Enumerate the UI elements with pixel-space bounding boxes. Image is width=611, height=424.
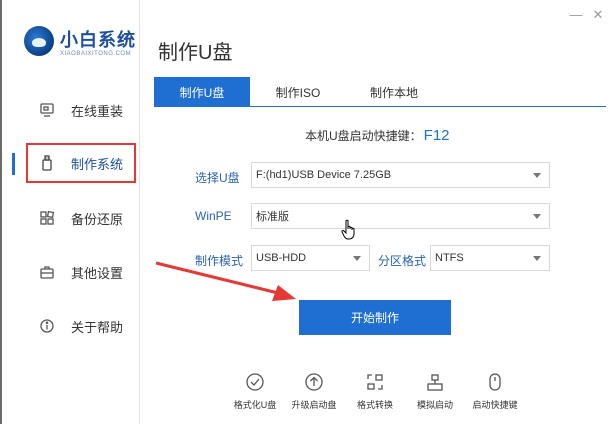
sidebar-item-about-help[interactable]: 关于帮助 [2,306,140,346]
usb-select[interactable]: F:(hd1)USB Device 7.25GB [251,162,550,188]
winpe-select-label: WinPE [195,209,232,223]
app-window: 小白系统 XIAOBAIXITONG.COM 在线重装 制作系统 备份还原 其他… [0,0,611,424]
page-title: 制作U盘 [158,42,233,64]
app-logo: 小白系统 XIAOBAIXITONG.COM [22,24,137,64]
hotkey-info: 本机U盘启动快捷键： F12 [305,127,450,144]
tab-make-iso[interactable]: 制作ISO [250,77,346,107]
hand-cursor-icon [341,219,355,240]
tool-boot-hotkey[interactable]: 启动快捷键 [465,372,525,420]
chevron-down-icon [533,214,541,219]
winpe-select[interactable]: 标准版 [251,203,550,229]
convert-icon [365,372,385,392]
tool-upgrade-boot-disk[interactable]: 升级启动盘 [284,372,344,420]
sidebar-item-label: 其他设置 [71,265,124,281]
tool-format-convert[interactable]: 格式转换 [345,372,405,420]
close-button[interactable]: ✕ [591,8,605,22]
tab-bar: 制作U盘 制作ISO 制作本地 [154,77,606,107]
sidebar-item-other-settings[interactable]: 其他设置 [2,252,140,292]
sidebar-item-online-reinstall[interactable]: 在线重装 [2,90,140,130]
mouse-icon [485,372,505,392]
highlight-annotation [26,143,136,183]
grid-icon [39,210,55,226]
tool-simulate-boot[interactable]: 模拟启动 [405,372,465,420]
minimize-button[interactable]: — [569,8,583,22]
active-indicator [12,153,15,175]
tool-label: 启动快捷键 [472,400,518,410]
chevron-down-icon [533,256,541,261]
sidebar-item-backup-restore[interactable]: 备份还原 [2,198,140,238]
partition-select-label: 分区格式 [378,254,427,268]
tool-label: 模拟启动 [416,400,453,410]
logo-title: 小白系统 [60,30,136,50]
chevron-down-icon [353,256,361,261]
tool-format-usb[interactable]: 格式化U盘 [225,372,285,420]
red-arrow-annotation [155,261,296,301]
start-make-button[interactable]: 开始制作 [299,300,451,335]
simulate-icon [425,372,445,392]
logo-subtitle: XIAOBAIXITONG.COM [60,51,132,57]
tool-label: 格式转换 [356,400,393,410]
logo-icon [24,26,54,56]
tool-label: 格式化U盘 [233,400,277,410]
usb-select-label: 选择U盘 [195,171,240,185]
tool-label: 升级启动盘 [291,400,337,410]
tab-make-usb[interactable]: 制作U盘 [154,77,250,107]
winpe-select-value: 标准版 [256,211,289,223]
hotkey-label: 本机U盘启动快捷键： [305,129,422,143]
tab-make-local[interactable]: 制作本地 [346,77,442,107]
sidebar-item-label: 在线重装 [71,103,124,119]
hotkey-value: F12 [423,127,450,144]
briefcase-icon [39,264,55,280]
sidebar-item-label: 备份还原 [71,211,124,227]
monitor-icon [39,102,55,118]
usb-select-value: F:(hd1)USB Device 7.25GB [256,169,392,181]
sidebar: 小白系统 XIAOBAIXITONG.COM 在线重装 制作系统 备份还原 其他… [2,0,140,424]
partition-select-value: NTFS [435,252,464,264]
info-icon [39,318,55,334]
sidebar-item-label: 关于帮助 [71,319,124,335]
check-circle-icon [245,372,265,392]
chevron-down-icon [533,173,541,178]
upload-circle-icon [304,372,324,392]
partition-select[interactable]: NTFS [430,245,550,271]
